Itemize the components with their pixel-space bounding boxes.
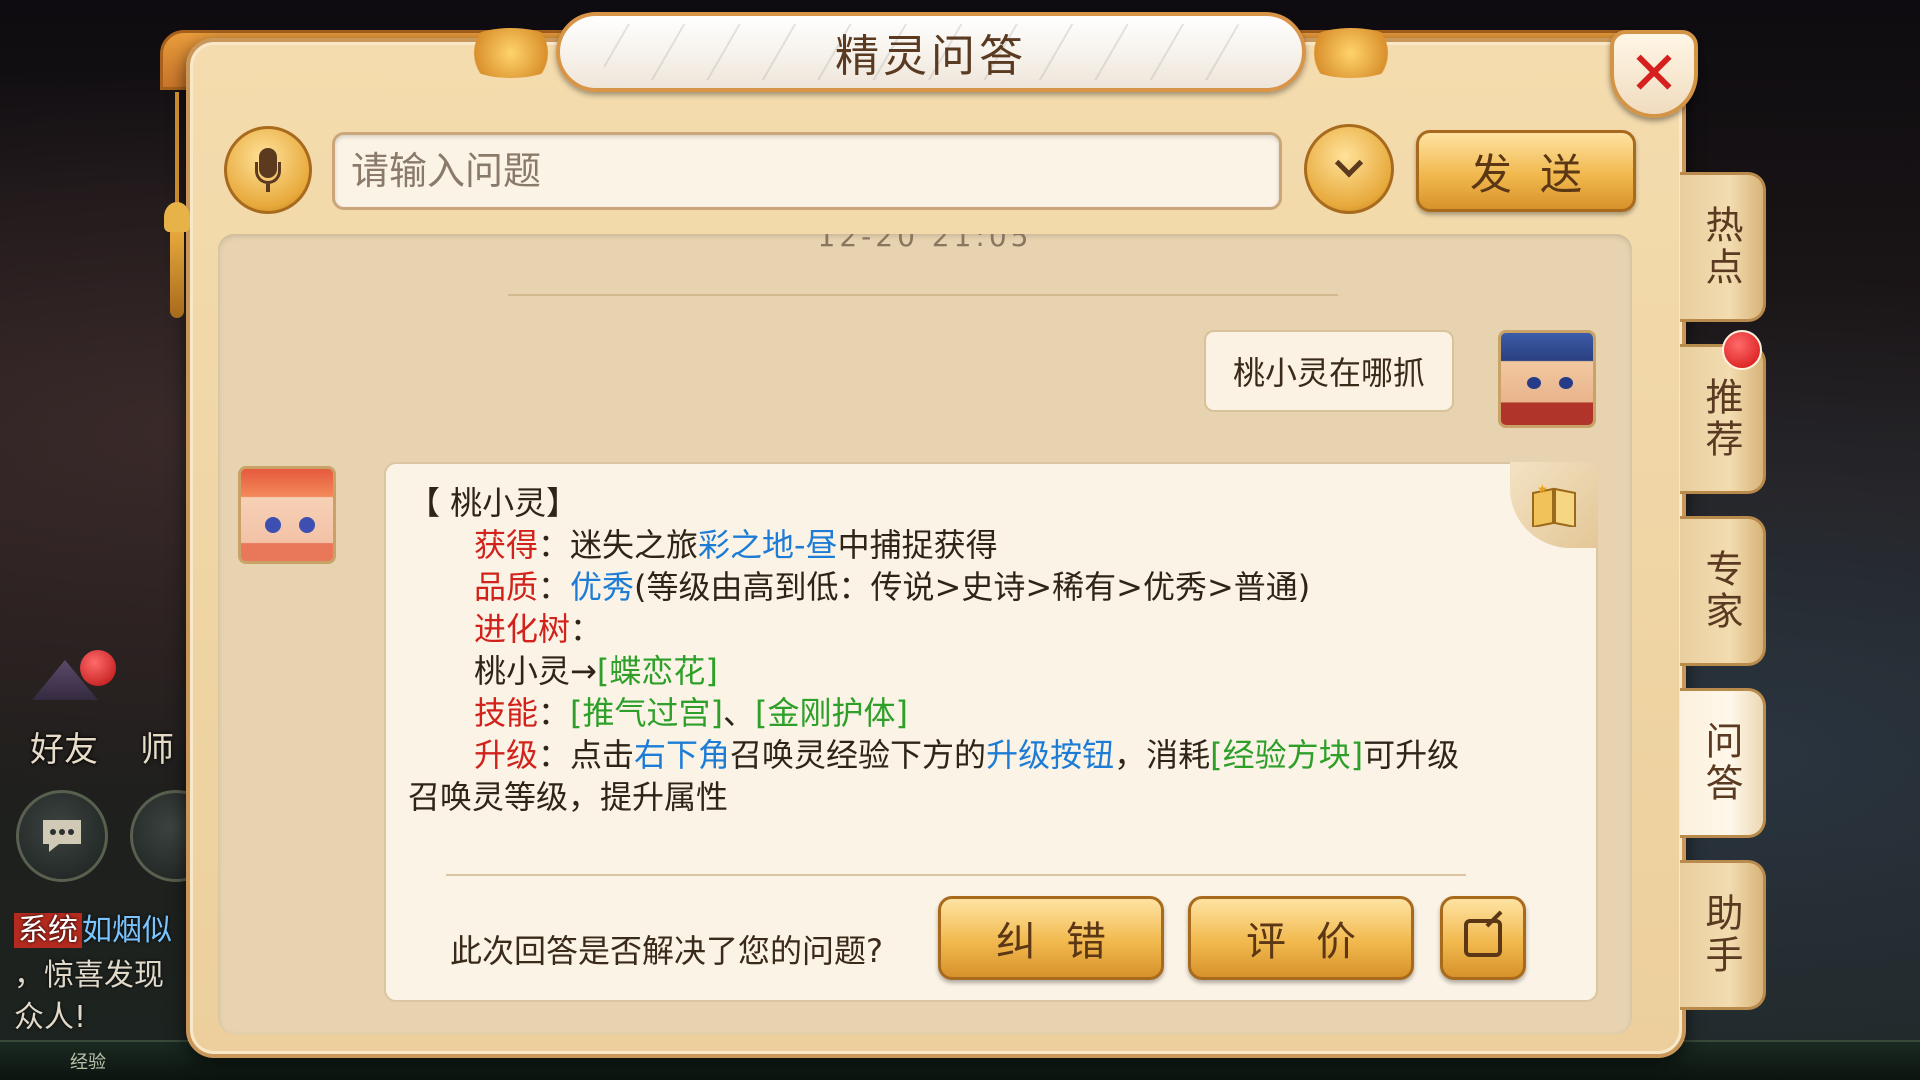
upgrade-corner-link[interactable]: 右下角 — [634, 736, 730, 774]
share-button[interactable] — [1440, 896, 1526, 980]
skill-sep: ： — [538, 694, 571, 732]
upgrade-button-link[interactable]: 升级按钮 — [986, 736, 1114, 774]
tassel-ornament — [164, 92, 190, 322]
tab-assistant[interactable]: 助手 — [1680, 860, 1766, 1010]
dialog-title-plate: 精灵问答 — [556, 12, 1306, 92]
tab-hot[interactable]: 热点 — [1680, 172, 1766, 322]
quality-note: (等级由高到低：传说>史诗>稀有>优秀>普通) — [634, 568, 1311, 606]
obtain-location-link[interactable]: 彩之地-昼 — [698, 526, 838, 564]
system-message-line3: 众人! — [14, 1000, 87, 1035]
upgrade-tail: 可升级 — [1363, 736, 1460, 774]
friend-label[interactable]: 好友 — [30, 722, 98, 771]
feedback-question: 此次回答是否解决了您的问题? — [450, 932, 883, 970]
chat-bubble-icon[interactable] — [16, 790, 108, 882]
user-avatar — [1498, 330, 1596, 428]
dialog-title: 精灵问答 — [835, 31, 1027, 82]
title-swirl-right — [1296, 28, 1406, 78]
card-divider — [446, 874, 1466, 876]
spirit-avatar — [238, 466, 336, 564]
master-label[interactable]: 师 — [140, 722, 174, 771]
system-message: 系统 如烟似 — [14, 905, 172, 949]
answer-body: 【 桃小灵】 获得：迷失之旅彩之地-昼中捕捉获得 品质：优秀(等级由高到低：传说… — [408, 482, 1548, 818]
skill-link-2[interactable]: [金刚护体] — [755, 694, 908, 732]
share-icon — [1464, 919, 1502, 957]
skill-join: 、 — [723, 694, 756, 732]
microphone-icon — [255, 148, 281, 192]
user-message-bubble: 桃小灵在哪抓 — [1204, 330, 1454, 412]
obtain-text-tail: 中捕捉获得 — [837, 526, 998, 564]
timestamp-divider — [508, 294, 1338, 296]
history-dropdown-button[interactable] — [1304, 124, 1394, 214]
answer-evolution-row: 进化树： — [408, 608, 1548, 650]
close-icon: ✕ — [1628, 39, 1680, 109]
tab-expert[interactable]: 专家 — [1680, 516, 1766, 666]
system-tag: 系统 — [14, 913, 82, 948]
quality-value[interactable]: 优秀 — [570, 568, 634, 606]
system-player-name[interactable]: 如烟似 — [82, 913, 172, 948]
upgrade-pre: ：点击 — [538, 736, 635, 774]
evolution-target-link[interactable]: [蝶恋花] — [597, 652, 718, 690]
evolution-from: 桃小灵→ — [474, 652, 597, 690]
rate-button[interactable]: 评价 — [1188, 896, 1414, 980]
chat-area[interactable]: 12-20 21:05 桃小灵在哪抓 ★ 【 桃小灵】 获得：迷失之旅彩之地-昼… — [218, 234, 1632, 1034]
answer-card: ★ 【 桃小灵】 获得：迷失之旅彩之地-昼中捕捉获得 品质：优秀(等级由高到低：… — [384, 462, 1598, 1002]
evolution-sep: ： — [570, 610, 603, 648]
evolution-label: 进化树 — [474, 610, 571, 648]
exp-label: 经验 — [70, 1052, 106, 1073]
upgrade-label: 升级 — [474, 736, 539, 774]
close-button[interactable]: ✕ — [1610, 30, 1698, 118]
system-message-line2: ，惊喜发现 — [14, 958, 164, 993]
question-input[interactable] — [332, 132, 1282, 210]
answer-upgrade-row: 升级：点击右下角召唤灵经验下方的升级按钮，消耗[经验方块]可升级 — [408, 734, 1548, 776]
send-button[interactable]: 发送 — [1416, 130, 1636, 212]
answer-upgrade-line2: 召唤灵等级，提升属性 — [408, 778, 729, 816]
correct-error-button[interactable]: 纠错 — [938, 896, 1164, 980]
answer-evolution-tree: 桃小灵→[蝶恋花] — [408, 650, 1548, 692]
upgrade-item-link[interactable]: [经验方块] — [1210, 736, 1363, 774]
chevron-down-icon — [1334, 149, 1364, 178]
notification-dot — [80, 650, 116, 686]
quality-label: 品质 — [474, 568, 539, 606]
skill-link-1[interactable]: [推气过宫] — [570, 694, 723, 732]
answer-skill-row: 技能：[推气过宫]、[金刚护体] — [408, 692, 1548, 734]
recommend-notification-dot — [1722, 330, 1762, 370]
skill-label: 技能 — [474, 694, 539, 732]
title-swirl-left — [456, 28, 566, 78]
answer-quality-row: 品质：优秀(等级由高到低：传说>史诗>稀有>优秀>普通) — [408, 566, 1548, 608]
upgrade-mid: 召唤灵经验下方的 — [730, 736, 987, 774]
tab-qa[interactable]: 问答 — [1680, 688, 1766, 838]
voice-input-button[interactable] — [224, 126, 312, 214]
quality-sep: ： — [538, 568, 571, 606]
obtain-label: 获得 — [474, 526, 539, 564]
obtain-text: ：迷失之旅 — [538, 526, 699, 564]
message-timestamp: 12-20 21:05 — [817, 234, 1033, 253]
answer-heading: 【 桃小灵】 — [408, 484, 579, 522]
upgrade-consume: ，消耗 — [1114, 736, 1211, 774]
answer-obtain-row: 获得：迷失之旅彩之地-昼中捕捉获得 — [408, 524, 1548, 566]
